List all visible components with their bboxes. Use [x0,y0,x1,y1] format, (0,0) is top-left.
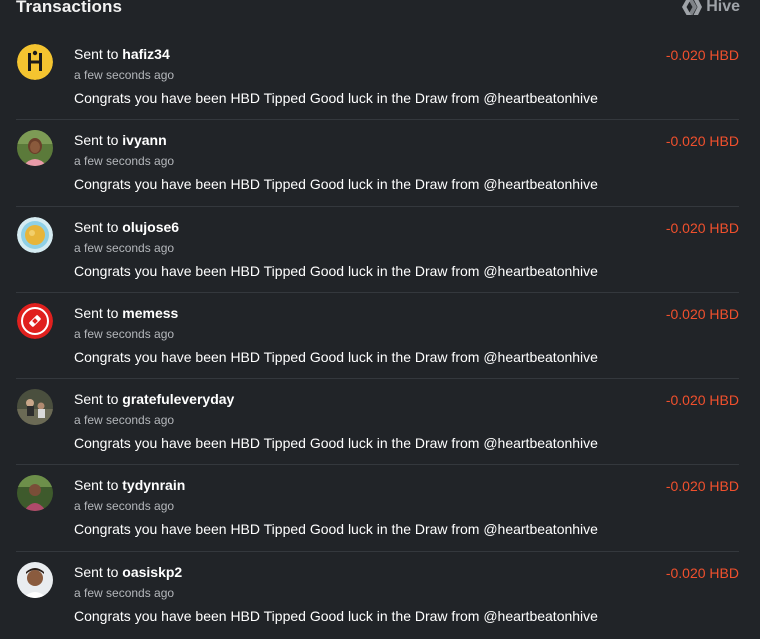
avatar[interactable] [17,130,53,167]
transaction-time: a few seconds ago [74,154,175,169]
transaction-time: a few seconds ago [74,326,175,341]
transaction-memo: Congrats you have been HBD Tipped Good l… [74,176,598,193]
transaction-direction: Sent to [74,218,119,235]
avatar[interactable] [17,44,53,80]
recipient-username[interactable]: tydynrain [122,477,185,493]
transaction-memo: Congrats you have been HBD Tipped Good l… [74,521,598,538]
transaction-details: Sent to gratefuleveryday a few seconds a… [74,390,598,452]
recipient-username[interactable]: ivyann [122,132,166,148]
transaction-memo: Congrats you have been HBD Tipped Good l… [74,262,598,279]
transaction-direction: Sent to [74,563,119,580]
transaction-time: a few seconds ago [74,68,175,82]
transaction-row: Sent to tydynrain a few seconds ago Cong… [16,465,739,552]
avatar[interactable] [17,302,53,339]
transaction-time: a few seconds ago [74,585,175,600]
recipient-username[interactable]: oasiskp2 [122,564,182,580]
transaction-amount: -0.020 HBD [665,219,739,236]
transaction-memo: Congrats you have been HBD Tipped Good l… [74,348,598,365]
transaction-summary: Sent to hafiz34 [74,45,598,63]
transaction-direction: Sent to [74,304,119,321]
panel-title: Transactions [16,0,123,16]
transaction-details: Sent to olujose6 a few seconds ago Congr… [74,218,598,280]
transaction-time: a few seconds ago [74,499,175,514]
transaction-list: Sent to hafiz34 a few seconds ago Congra… [0,34,760,638]
transaction-amount: -0.020 HBD [665,564,739,581]
transaction-details: Sent to tydynrain a few seconds ago Cong… [74,476,598,538]
avatar[interactable] [17,216,53,253]
recipient-username[interactable]: hafiz34 [122,46,169,62]
transaction-row: Sent to hafiz34 a few seconds ago Congra… [16,34,739,121]
hive-brand-label: Hive [706,0,740,15]
avatar[interactable] [17,475,53,512]
transaction-details: Sent to ivyann a few seconds ago Congrat… [74,131,598,193]
transaction-summary: Sent to oasiskp2 [74,563,598,581]
recipient-username[interactable]: olujose6 [122,219,179,235]
transaction-details: Sent to hafiz34 a few seconds ago Congra… [74,45,598,107]
transaction-details: Sent to oasiskp2 a few seconds ago Congr… [74,563,598,625]
transaction-row: Sent to oasiskp2 a few seconds ago Congr… [16,552,739,638]
recipient-username[interactable]: memess [122,305,178,321]
transaction-direction: Sent to [74,46,119,62]
recipient-username[interactable]: gratefuleveryday [122,391,234,407]
transaction-row: Sent to gratefuleveryday a few seconds a… [16,379,739,466]
avatar[interactable] [17,561,53,598]
transaction-summary: Sent to olujose6 [74,218,598,236]
transaction-amount: -0.020 HBD [665,478,739,495]
hive-brand[interactable]: Hive [682,0,740,16]
transaction-memo: Congrats you have been HBD Tipped Good l… [74,435,598,452]
transaction-memo: Congrats you have been HBD Tipped Good l… [74,90,598,106]
transaction-direction: Sent to [74,132,119,149]
transaction-summary: Sent to memess [74,304,598,322]
transaction-memo: Congrats you have been HBD Tipped Good l… [74,607,598,624]
transaction-amount: -0.020 HBD [665,133,739,150]
transaction-amount: -0.020 HBD [665,305,739,322]
transaction-row: Sent to memess a few seconds ago Congrat… [16,293,739,380]
transaction-direction: Sent to [74,391,119,408]
transaction-direction: Sent to [74,477,119,494]
transaction-amount: -0.020 HBD [665,392,739,409]
hive-logo-icon [682,0,703,15]
transaction-summary: Sent to gratefuleveryday [74,390,598,408]
transaction-row: Sent to olujose6 a few seconds ago Congr… [16,207,739,293]
transaction-summary: Sent to tydynrain [74,476,598,494]
transaction-time: a few seconds ago [74,413,175,428]
transactions-panel: Transactions Hive Sent to hafiz34 a few … [0,0,760,639]
transaction-details: Sent to memess a few seconds ago Congrat… [74,304,598,366]
transaction-summary: Sent to ivyann [74,131,598,149]
panel-header: Transactions Hive [0,0,760,20]
avatar[interactable] [17,389,53,426]
transaction-time: a few seconds ago [74,240,175,255]
transaction-amount: -0.020 HBD [665,47,739,63]
transaction-row: Sent to ivyann a few seconds ago Congrat… [16,120,739,207]
